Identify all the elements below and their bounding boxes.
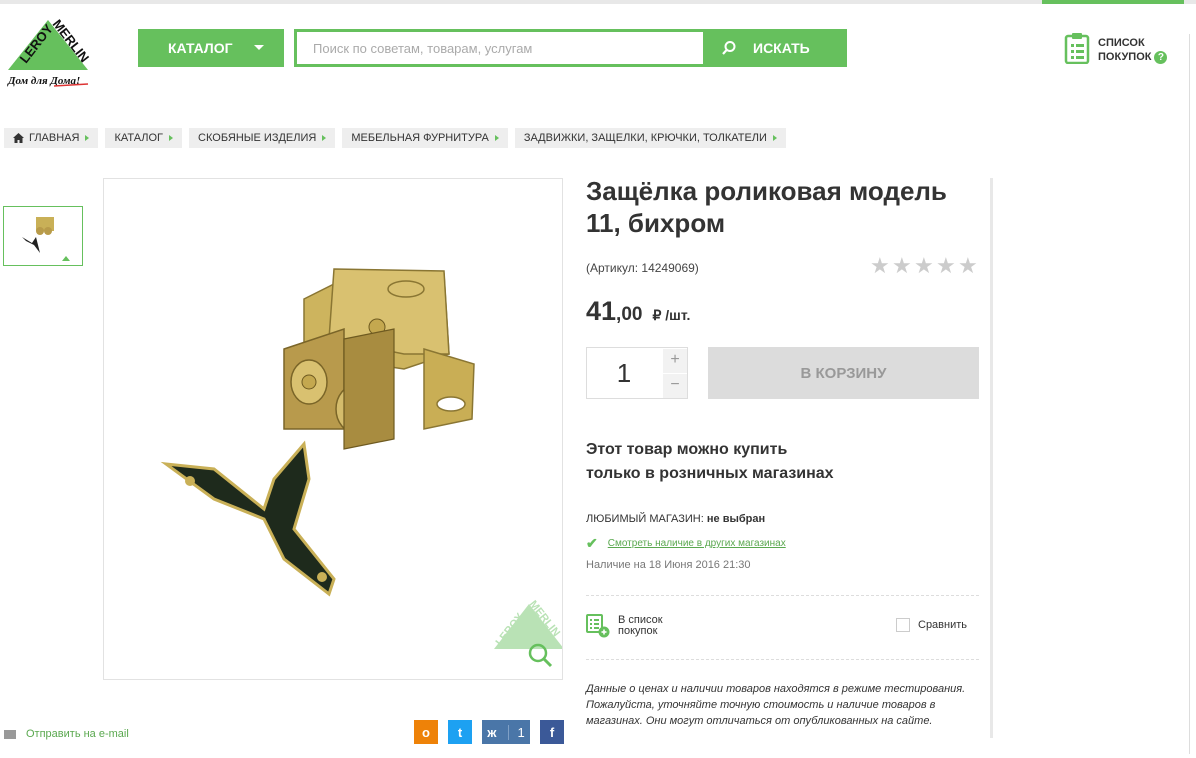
retail-notice-line1: Этот товар можно купить [586, 441, 788, 458]
quantity-minus-button[interactable]: − [663, 374, 687, 398]
product-thumbnail[interactable] [3, 206, 83, 266]
price-integer: 41 [586, 296, 617, 326]
favorite-store: ЛЮБИМЫЙ МАГАЗИН: не выбран [586, 513, 765, 525]
chevron-right-icon [169, 135, 174, 141]
add-to-list-button[interactable]: В список покупок [586, 614, 663, 638]
search-icon [722, 41, 736, 55]
chevron-right-icon [772, 135, 777, 141]
breadcrumb-label: ЗАДВИЖКИ, ЗАЩЕЛКИ, КРЮЧКИ, ТОЛКАТЕЛИ [523, 132, 767, 144]
vk-share-button[interactable]: ж1 [482, 720, 530, 744]
twitter-icon: t [457, 724, 463, 740]
help-icon[interactable]: ? [1154, 50, 1168, 64]
check-icon: ✔ [586, 535, 598, 551]
product-price: 41 ,00 ₽ /шт. [586, 296, 690, 327]
search-button[interactable]: ИСКАТЬ [703, 29, 847, 67]
shopping-list-link[interactable]: СПИСОК ПОКУПОК? [1064, 32, 1168, 64]
list-add-icon [586, 614, 610, 638]
product-main-image[interactable]: LEROY MERLIN [103, 178, 564, 680]
quantity-stepper: 1 + − [586, 347, 688, 399]
product-article: (Артикул: 14249069) [586, 261, 699, 275]
price-unit: ₽ /шт. [652, 307, 691, 323]
star-icon[interactable]: ★ [958, 255, 980, 277]
twitter-share-button[interactable]: t [448, 720, 472, 744]
quantity-plus-button[interactable]: + [663, 349, 687, 373]
chevron-right-icon [85, 135, 90, 141]
catalog-button[interactable]: КАТАЛОГ [138, 29, 284, 67]
check-other-stores-link[interactable]: Смотреть наличие в других магазинах [608, 538, 786, 549]
compare-checkbox[interactable]: Сравнить [896, 618, 967, 632]
add-to-list-line2: покупок [618, 625, 658, 637]
catalog-button-label: КАТАЛОГ [168, 40, 233, 56]
facebook-icon: f [549, 724, 555, 740]
price-disclaimer: Данные о ценах и наличии товаров находят… [586, 683, 966, 727]
star-icon[interactable]: ★ [870, 255, 892, 277]
breadcrumb-item-latches[interactable]: ЗАДВИЖКИ, ЗАЩЕЛКИ, КРЮЧКИ, ТОЛКАТЕЛИ [514, 128, 786, 148]
odnoklassniki-share-button[interactable]: о [414, 720, 438, 744]
retail-only-notice: Этот товар можно купить только в розничн… [586, 438, 886, 486]
divider [586, 659, 979, 660]
breadcrumb-label: СКОБЯНЫЕ ИЗДЕЛИЯ [198, 132, 317, 144]
chevron-right-icon [494, 135, 499, 141]
clipboard-icon [1064, 33, 1090, 64]
breadcrumb-item-furniture-fittings[interactable]: МЕБЕЛЬНАЯ ФУРНИТУРА [342, 128, 508, 148]
rating-stars[interactable]: ★ ★ ★ ★ ★ [870, 255, 980, 277]
envelope-icon [4, 729, 16, 739]
search-input[interactable] [297, 32, 703, 64]
column-divider [990, 178, 993, 738]
quantity-input[interactable]: 1 [587, 348, 661, 398]
page-right-border [1189, 34, 1190, 754]
add-to-cart-button[interactable]: В КОРЗИНУ [708, 347, 979, 399]
top-progress-line [0, 0, 1196, 4]
breadcrumb-item-catalog[interactable]: КАТАЛОГ [105, 128, 183, 148]
price-fraction: ,00 [616, 304, 643, 325]
star-icon[interactable]: ★ [892, 255, 914, 277]
facebook-share-button[interactable]: f [540, 720, 564, 744]
search-bar: ИСКАТЬ [294, 29, 847, 67]
breadcrumb-label: КАТАЛОГ [114, 132, 164, 144]
share-buttons: о t ж1 f [414, 720, 574, 744]
checkbox-icon[interactable] [896, 618, 910, 632]
star-icon[interactable]: ★ [936, 255, 958, 277]
shopping-list-label-line2: ПОКУПОК [1098, 51, 1152, 63]
top-accent-bar [1042, 0, 1184, 4]
product-title: Защёлка роликовая модель 11, бихром [586, 176, 947, 238]
favorite-store-value[interactable]: не выбран [707, 513, 765, 525]
star-icon[interactable]: ★ [914, 255, 936, 277]
breadcrumb-item-home[interactable]: ГЛАВНАЯ [4, 128, 99, 148]
shopping-list-label-line1: СПИСОК [1098, 37, 1145, 49]
breadcrumb: ГЛАВНАЯ КАТАЛОГ СКОБЯНЫЕ ИЗДЕЛИЯ МЕБЕЛЬН… [4, 128, 793, 148]
home-icon [13, 133, 24, 143]
breadcrumb-item-hardware[interactable]: СКОБЯНЫЕ ИЗДЕЛИЯ [189, 128, 336, 148]
odnoklassniki-icon: о [422, 724, 430, 740]
breadcrumb-label: МЕБЕЛЬНАЯ ФУРНИТУРА [351, 132, 489, 144]
favorite-store-label: ЛЮБИМЫЙ МАГАЗИН: [586, 513, 704, 525]
check-other-stores-row: ✔ Смотреть наличие в других магазинах [586, 535, 786, 552]
leroy-merlin-logo[interactable]: LEROY MERLIN Дом для Дома! [2, 12, 98, 90]
retail-notice-line2: только в розничных магазинах [586, 465, 834, 482]
vk-share-count: 1 [508, 724, 525, 740]
send-email-link[interactable]: Отправить на e-mail [4, 728, 129, 740]
chevron-right-icon [322, 135, 327, 141]
vk-icon: ж [487, 724, 497, 740]
divider [586, 595, 979, 596]
chevron-down-icon [254, 45, 264, 50]
availability-date: Наличие на 18 Июня 2016 21:30 [586, 559, 751, 571]
compare-label: Сравнить [918, 619, 968, 631]
breadcrumb-label: ГЛАВНАЯ [29, 132, 80, 144]
send-email-label: Отправить на e-mail [26, 728, 129, 740]
search-button-label: ИСКАТЬ [753, 40, 810, 56]
